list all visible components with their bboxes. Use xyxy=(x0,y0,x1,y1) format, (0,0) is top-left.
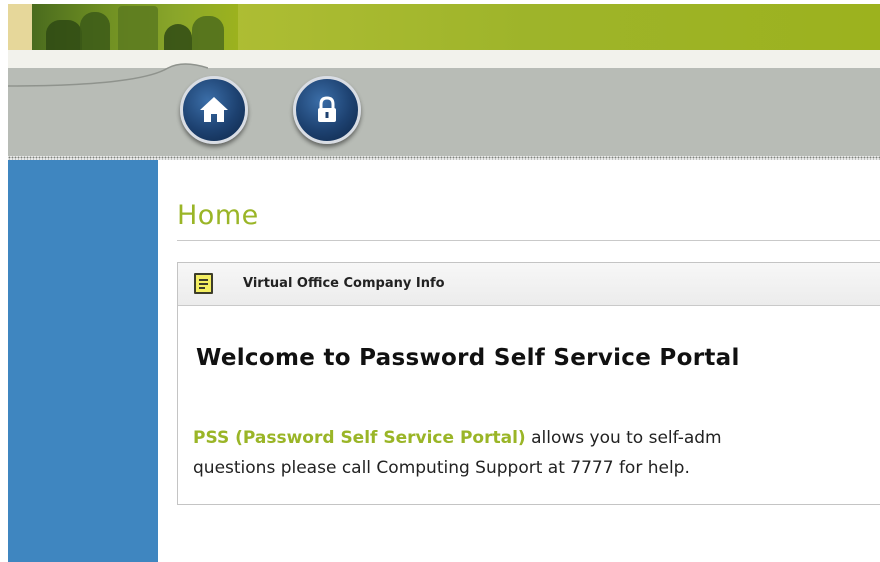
panel-heading: Virtual Office Company Info xyxy=(243,276,445,291)
panel-body-text: PSS (Password Self Service Portal) allow… xyxy=(193,423,880,483)
home-button[interactable] xyxy=(180,76,248,144)
welcome-heading: Welcome to Password Self Service Portal xyxy=(196,345,740,371)
title-divider xyxy=(177,240,880,241)
page-title: Home xyxy=(177,200,259,231)
body-line-1: PSS (Password Self Service Portal) allow… xyxy=(193,423,880,453)
password-button[interactable] xyxy=(293,76,361,144)
document-icon xyxy=(194,273,213,294)
header-banner xyxy=(8,4,880,50)
panel-header: Virtual Office Company Info xyxy=(178,263,880,306)
pss-link[interactable]: PSS (Password Self Service Portal) xyxy=(193,428,526,448)
left-sidebar xyxy=(8,160,158,562)
lock-icon xyxy=(318,96,336,122)
home-icon xyxy=(200,97,228,122)
body-line-1-rest: allows you to self-adm xyxy=(525,428,722,448)
nav-curve xyxy=(8,63,208,96)
body-line-2: questions please call Computing Support … xyxy=(193,458,690,478)
company-info-panel: Virtual Office Company Info Welcome to P… xyxy=(177,262,880,505)
banner-photo xyxy=(32,4,238,50)
